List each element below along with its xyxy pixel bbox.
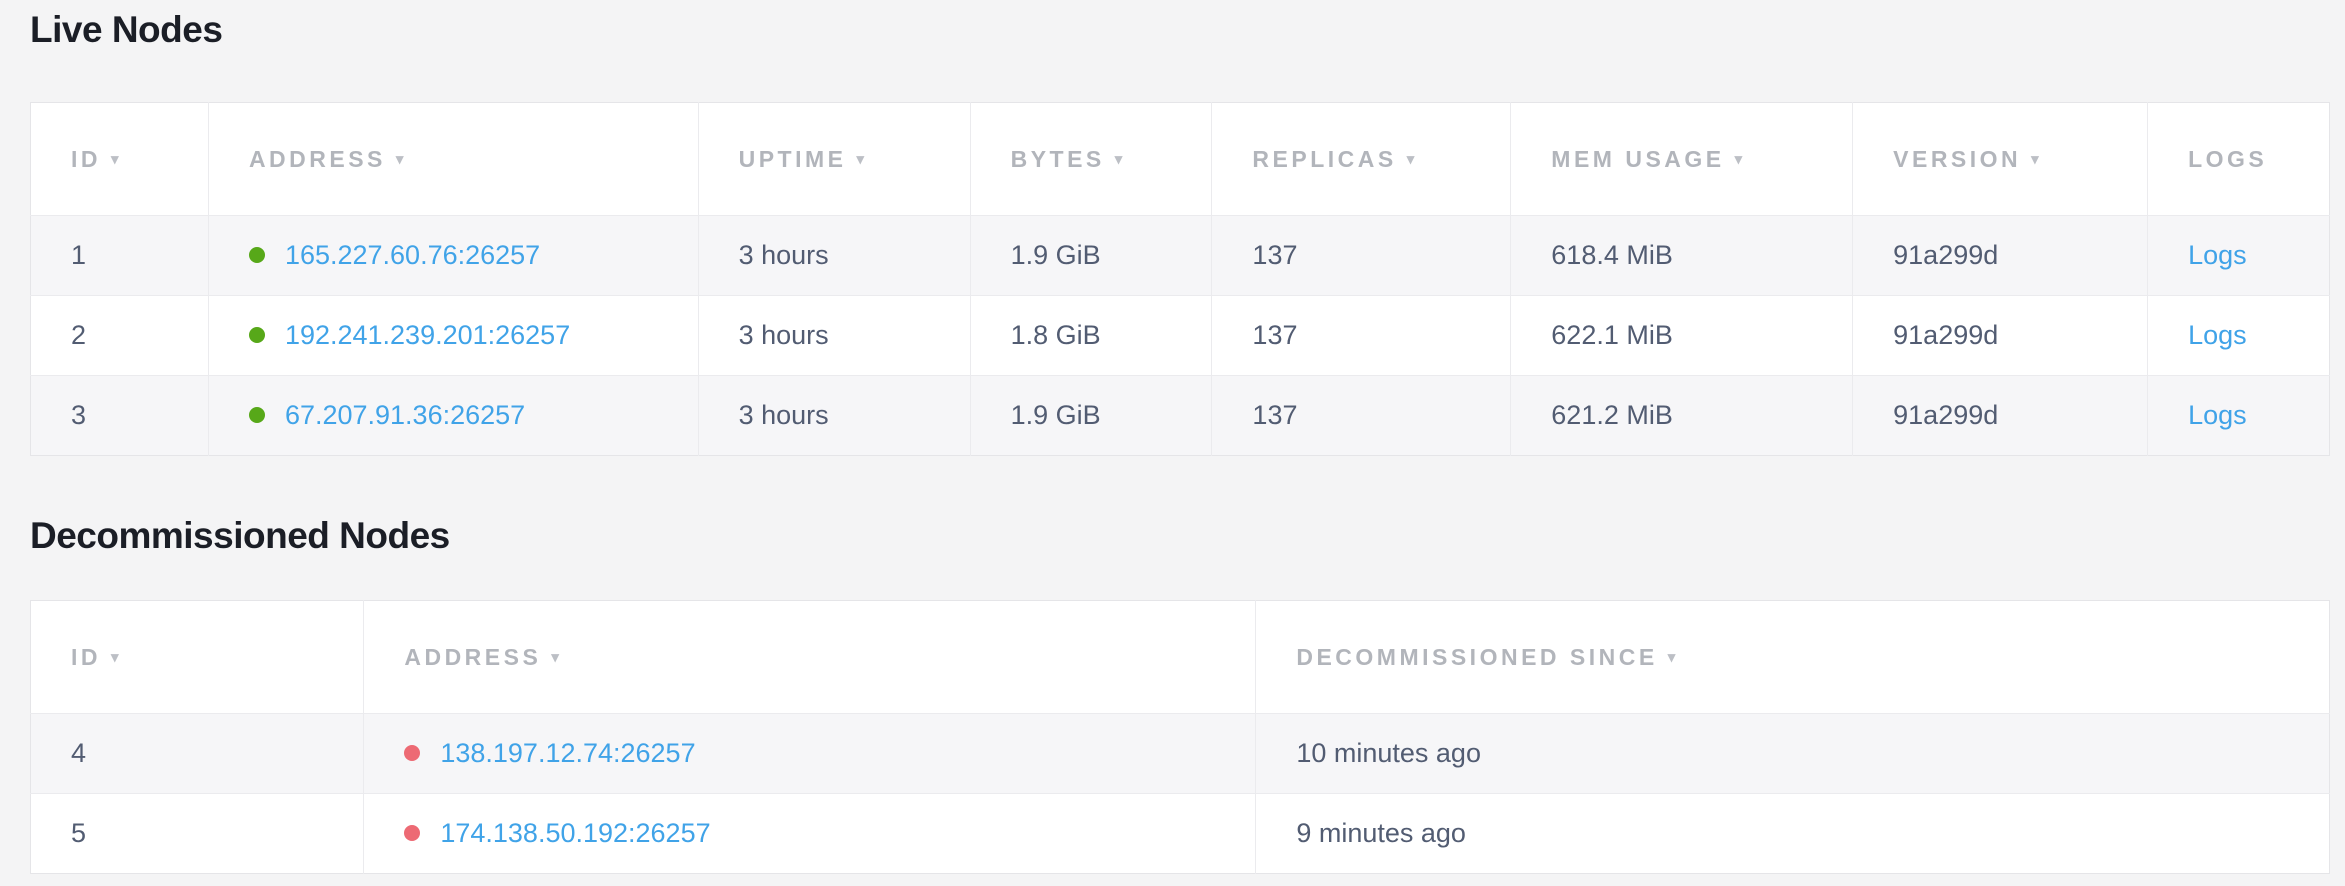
decommissioned-status-dot-icon: [404, 745, 420, 761]
node-uptime-cell: 3 hours: [698, 376, 970, 456]
column-header-label: REPLICAS: [1252, 146, 1396, 172]
column-header-mem-usage[interactable]: MEM USAGE ▾: [1511, 103, 1853, 216]
node-bytes-cell: 1.9 GiB: [970, 216, 1212, 296]
sort-arrow-icon: ▾: [1668, 649, 1676, 666]
table-row: 5 174.138.50.192:26257 9 minutes ago: [31, 794, 2330, 874]
column-header-version[interactable]: VERSION ▾: [1853, 103, 2148, 216]
column-header-label: ID: [71, 146, 101, 172]
node-bytes-cell: 1.8 GiB: [970, 296, 1212, 376]
column-header-label: VERSION: [1893, 146, 2021, 172]
node-address-link[interactable]: 192.241.239.201:26257: [285, 320, 570, 350]
column-header-id[interactable]: ID ▾: [31, 103, 209, 216]
node-replicas-cell: 137: [1212, 376, 1511, 456]
sort-arrow-icon: ▾: [1115, 151, 1123, 168]
node-decommissioned-since-cell: 10 minutes ago: [1256, 714, 2330, 794]
column-header-address[interactable]: ADDRESS ▾: [364, 601, 1256, 714]
live-status-dot-icon: [249, 247, 265, 263]
live-nodes-table: ID▾ADDRESS▾UPTIME▾BYTES▾REPLICAS▾MEM USA…: [30, 102, 2330, 456]
node-id-cell: 2: [31, 296, 209, 376]
node-uptime-cell: 3 hours: [698, 296, 970, 376]
column-header-label: UPTIME: [739, 146, 847, 172]
node-version-cell: 91a299d: [1853, 216, 2148, 296]
table-row: 2 192.241.239.201:26257 3 hours1.8 GiB1376…: [31, 296, 2330, 376]
node-decommissioned-since-cell: 9 minutes ago: [1256, 794, 2330, 874]
node-logs-link[interactable]: Logs: [2188, 240, 2247, 270]
sort-arrow-icon: ▾: [551, 649, 559, 666]
node-address-cell: 165.227.60.76:26257: [208, 216, 698, 296]
node-address-link[interactable]: 67.207.91.36:26257: [285, 400, 525, 430]
node-mem-usage-cell: 622.1 MiB: [1511, 296, 1853, 376]
sort-arrow-icon: ▾: [857, 151, 865, 168]
table-header-row: ID ▾ ADDRESS ▾ DECOMMISSIONED SINCE ▾: [31, 601, 2330, 714]
sort-arrow-icon: ▾: [396, 151, 404, 168]
node-address-cell: 192.241.239.201:26257: [208, 296, 698, 376]
node-address-cell: 174.138.50.192:26257: [364, 794, 1256, 874]
node-uptime-cell: 3 hours: [698, 216, 970, 296]
table-row: 3 67.207.91.36:26257 3 hours1.9 GiB137621.…: [31, 376, 2330, 456]
table-row: 4 138.197.12.74:26257 10 minutes ago: [31, 714, 2330, 794]
sort-arrow-icon: ▾: [111, 151, 119, 168]
node-logs-cell: Logs: [2148, 376, 2330, 456]
node-address-link[interactable]: 138.197.12.74:26257: [440, 738, 695, 768]
column-header-replicas[interactable]: REPLICAS ▾: [1212, 103, 1511, 216]
column-header-label: MEM USAGE: [1551, 146, 1724, 172]
node-version-cell: 91a299d: [1853, 296, 2148, 376]
node-logs-link[interactable]: Logs: [2188, 320, 2247, 350]
column-header-label: BYTES: [1011, 146, 1105, 172]
decommissioned-nodes-title: Decommissioned Nodes: [30, 514, 2315, 558]
node-id-cell: 1: [31, 216, 209, 296]
nodes-page: Live Nodes ID▾ADDRESS▾UPTIME▾BYTES▾REPLI…: [0, 0, 2345, 874]
column-header-label: LOGS: [2188, 146, 2267, 172]
node-mem-usage-cell: 618.4 MiB: [1511, 216, 1853, 296]
node-version-cell: 91a299d: [1853, 376, 2148, 456]
column-header-id[interactable]: ID ▾: [31, 601, 364, 714]
column-header-label: ADDRESS: [249, 146, 386, 172]
table-header-row: ID▾ADDRESS▾UPTIME▾BYTES▾REPLICAS▾MEM USA…: [31, 103, 2330, 216]
table-row: 1 165.227.60.76:26257 3 hours1.9 GiB137618…: [31, 216, 2330, 296]
column-header-label: ID: [71, 644, 101, 670]
sort-arrow-icon: ▾: [2031, 151, 2039, 168]
node-replicas-cell: 137: [1212, 296, 1511, 376]
live-status-dot-icon: [249, 407, 265, 423]
node-bytes-cell: 1.9 GiB: [970, 376, 1212, 456]
column-header-logs: LOGS: [2148, 103, 2330, 216]
node-logs-link[interactable]: Logs: [2188, 400, 2247, 430]
column-header-decommissioned-since[interactable]: DECOMMISSIONED SINCE ▾: [1256, 601, 2330, 714]
node-address-cell: 67.207.91.36:26257: [208, 376, 698, 456]
node-id-cell: 5: [31, 794, 364, 874]
node-address-link[interactable]: 174.138.50.192:26257: [440, 818, 710, 848]
node-id-cell: 3: [31, 376, 209, 456]
decommissioned-nodes-table: ID ▾ ADDRESS ▾ DECOMMISSIONED SINCE ▾ 4 138.19…: [30, 600, 2330, 874]
node-mem-usage-cell: 621.2 MiB: [1511, 376, 1853, 456]
sort-arrow-icon: ▾: [1735, 151, 1743, 168]
column-header-label: DECOMMISSIONED SINCE: [1296, 644, 1657, 670]
live-nodes-title: Live Nodes: [30, 8, 2315, 52]
node-address-cell: 138.197.12.74:26257: [364, 714, 1256, 794]
node-id-cell: 4: [31, 714, 364, 794]
column-header-label: ADDRESS: [404, 644, 541, 670]
column-header-uptime[interactable]: UPTIME ▾: [698, 103, 970, 216]
column-header-address[interactable]: ADDRESS ▾: [208, 103, 698, 216]
node-address-link[interactable]: 165.227.60.76:26257: [285, 240, 540, 270]
column-header-bytes[interactable]: BYTES ▾: [970, 103, 1212, 216]
node-logs-cell: Logs: [2148, 296, 2330, 376]
live-nodes-table-body: 1 165.227.60.76:26257 3 hours1.9 GiB137618…: [31, 216, 2330, 456]
node-logs-cell: Logs: [2148, 216, 2330, 296]
decommissioned-status-dot-icon: [404, 825, 420, 841]
node-replicas-cell: 137: [1212, 216, 1511, 296]
sort-arrow-icon: ▾: [111, 649, 119, 666]
sort-arrow-icon: ▾: [1407, 151, 1415, 168]
decommissioned-nodes-table-body: 4 138.197.12.74:26257 10 minutes ago 5 174.1…: [31, 714, 2330, 874]
live-status-dot-icon: [249, 327, 265, 343]
